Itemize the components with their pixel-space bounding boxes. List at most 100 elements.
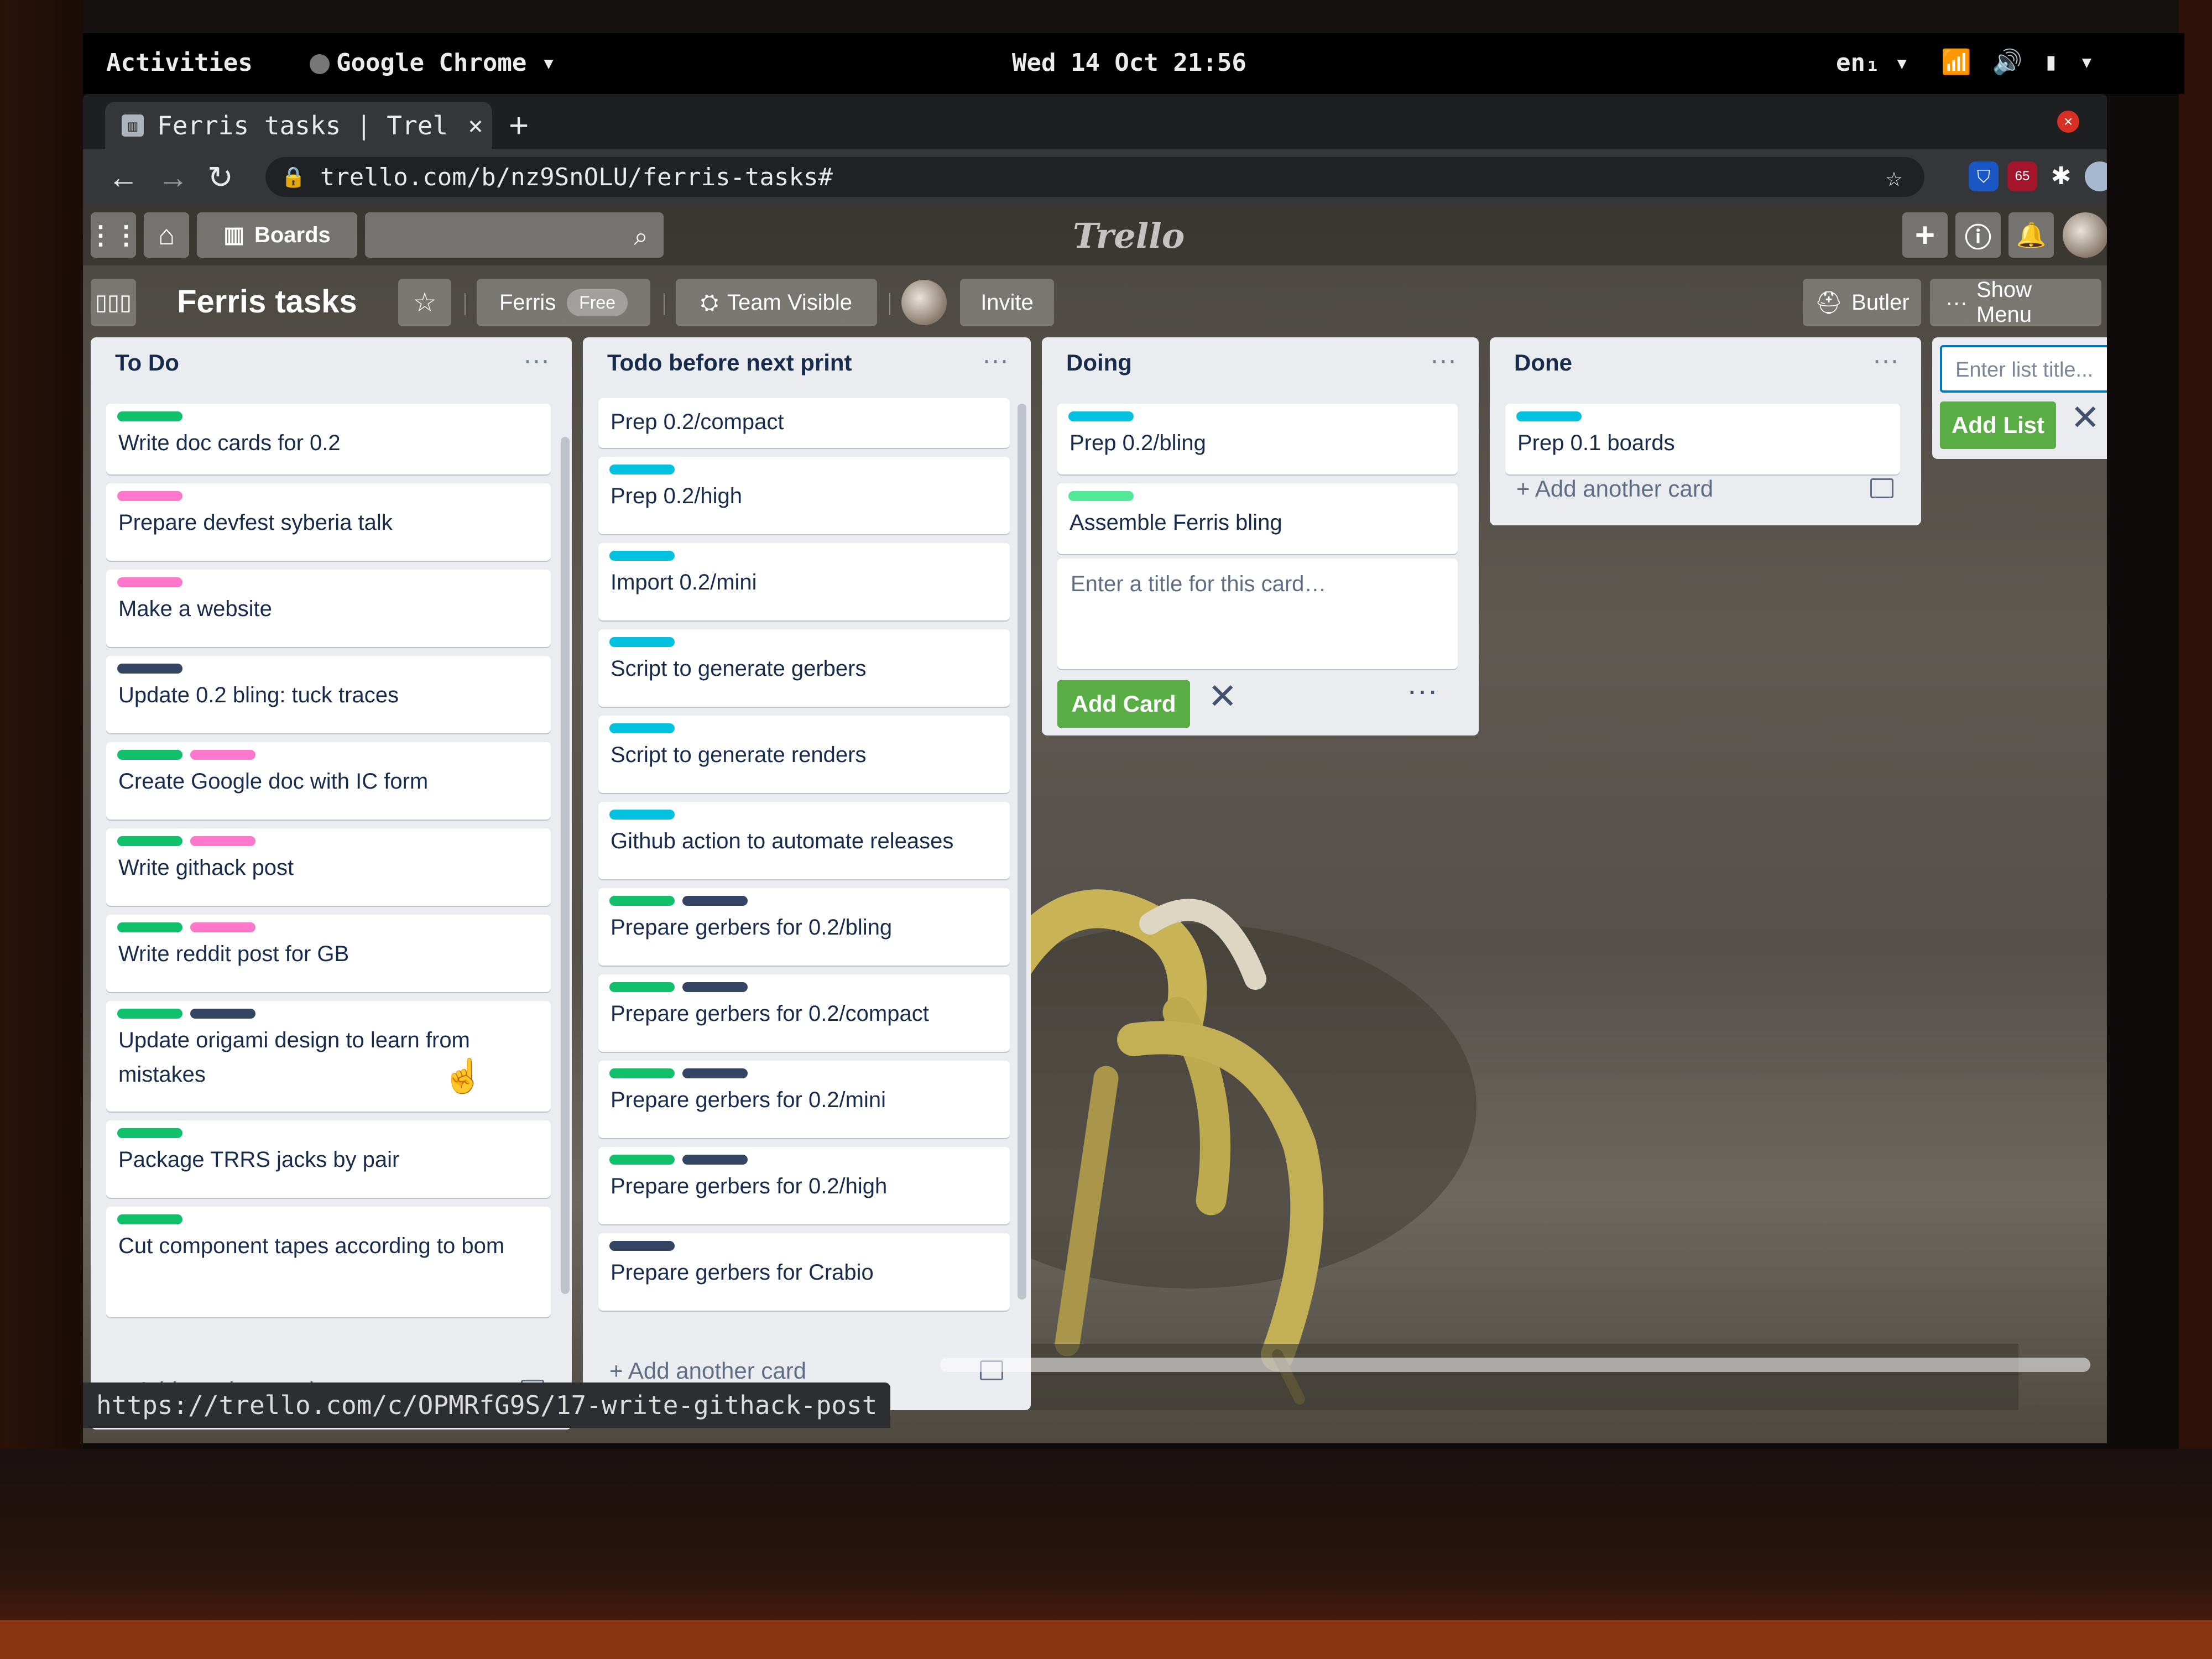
- board-title[interactable]: Ferris tasks: [177, 283, 357, 320]
- card[interactable]: Prepare gerbers for 0.2/compact: [598, 974, 1010, 1052]
- card[interactable]: Github action to automate releases: [598, 802, 1010, 879]
- list-menu-icon[interactable]: ···: [982, 345, 1009, 375]
- label-green2: [117, 922, 182, 932]
- more-options-icon[interactable]: ···: [1407, 672, 1438, 708]
- add-card-submit-button[interactable]: Add Card: [1057, 680, 1190, 728]
- status-bar-url: https://trello.com/c/OPMRfG9S/17-write-g…: [83, 1383, 891, 1428]
- card-labels: [117, 491, 182, 501]
- card[interactable]: Make a website: [106, 570, 551, 647]
- card[interactable]: Prep 0.2/bling: [1057, 404, 1458, 474]
- card[interactable]: Update origami design to learn from mist…: [106, 1001, 551, 1112]
- card-labels: [609, 810, 675, 820]
- new-tab-button[interactable]: +: [509, 106, 529, 145]
- card-labels: [1516, 411, 1582, 421]
- label-sky: [609, 637, 675, 647]
- member-avatar[interactable]: [901, 280, 947, 325]
- label-black: [117, 664, 182, 674]
- back-arrow-icon[interactable]: ←: [108, 159, 139, 195]
- ublock-extension-icon[interactable]: 65: [2007, 161, 2037, 191]
- close-add-list-icon[interactable]: ✕: [2070, 397, 2100, 439]
- add-list-button[interactable]: Add List: [1940, 401, 2056, 449]
- list-scrollbar[interactable]: [561, 437, 570, 1294]
- clock[interactable]: Wed 14 Oct 21:56: [1012, 49, 1246, 77]
- language-indicator[interactable]: en₁ ▾: [1836, 49, 1909, 77]
- card[interactable]: Prep 0.2/compact: [598, 398, 1010, 448]
- card-labels: [609, 465, 675, 474]
- close-tab-icon[interactable]: ×: [459, 111, 492, 140]
- bookmark-star-icon[interactable]: ☆: [1886, 161, 1902, 193]
- card-labels: [117, 750, 255, 760]
- card-title: Update 0.2 bling: tuck traces: [118, 683, 399, 707]
- board-horizontal-scrollbar[interactable]: [940, 1358, 2090, 1372]
- visibility-label: Team Visible: [727, 290, 853, 315]
- card[interactable]: Prepare gerbers for 0.2/high: [598, 1147, 1010, 1224]
- reload-icon[interactable]: ↻: [207, 159, 233, 196]
- address-bar[interactable]: 🔒 trello.com/b/nz9SnOLU/ferris-tasks# ☆: [265, 157, 1924, 197]
- visibility-button[interactable]: ⛭ Team Visible: [676, 279, 877, 326]
- team-button[interactable]: Ferris Free: [477, 279, 650, 326]
- star-board-icon[interactable]: ☆: [398, 279, 451, 326]
- card[interactable]: Write githack post: [106, 828, 551, 906]
- user-avatar[interactable]: [2063, 212, 2107, 258]
- add-card-button[interactable]: + Add another card: [609, 1358, 806, 1384]
- lock-icon: 🔒: [281, 166, 306, 189]
- list-title[interactable]: Done: [1514, 349, 1572, 376]
- system-tray[interactable]: 📶 🔊 ▮ ▾: [1941, 48, 2094, 76]
- list-menu-icon[interactable]: ···: [523, 345, 550, 375]
- card[interactable]: Cut component tapes according to bom: [106, 1207, 551, 1317]
- app-menu[interactable]: Google Chrome ▾: [310, 49, 556, 77]
- card[interactable]: Script to generate renders: [598, 716, 1010, 793]
- card[interactable]: Script to generate gerbers: [598, 629, 1010, 707]
- list-title[interactable]: Todo before next print: [607, 349, 852, 376]
- butler-button[interactable]: ⛑ Butler: [1803, 279, 1921, 326]
- puzzle-extensions-icon[interactable]: ✱: [2046, 161, 2076, 191]
- close-composer-icon[interactable]: ✕: [1208, 676, 1238, 717]
- profile-avatar-icon[interactable]: [2085, 161, 2107, 191]
- apps-grid-icon[interactable]: ⋮⋮: [88, 212, 139, 258]
- activities-button[interactable]: Activities: [106, 49, 253, 77]
- list-title[interactable]: Doing: [1066, 349, 1132, 376]
- card[interactable]: Write reddit post for GB: [106, 915, 551, 992]
- card[interactable]: Package TRRS jacks by pair: [106, 1120, 551, 1198]
- window-close-icon[interactable]: ×: [2057, 111, 2079, 133]
- trello-logo[interactable]: Trello: [1073, 216, 1185, 256]
- bitwarden-extension-icon[interactable]: ⛉: [1969, 161, 1999, 191]
- list-title[interactable]: To Do: [115, 349, 179, 376]
- card[interactable]: Assemble Ferris bling: [1057, 483, 1458, 554]
- extension-badge: 65: [2015, 169, 2030, 184]
- add-card-button[interactable]: + Add another card: [1516, 476, 1713, 502]
- card[interactable]: Prep 0.1 boards: [1505, 404, 1900, 474]
- card-template-icon[interactable]: [1870, 478, 1893, 498]
- list-menu-icon[interactable]: ···: [1430, 345, 1457, 375]
- board-switcher-icon[interactable]: ▯▯▯: [91, 279, 136, 326]
- notifications-bell-icon[interactable]: 🔔: [2008, 212, 2054, 258]
- invite-button[interactable]: Invite: [960, 279, 1054, 326]
- card[interactable]: Prepare gerbers for 0.2/bling: [598, 888, 1010, 966]
- card[interactable]: Prep 0.2/high: [598, 457, 1010, 534]
- card[interactable]: Write doc cards for 0.2: [106, 404, 551, 474]
- add-list-composer: Enter list title... Add List ✕: [1932, 337, 2107, 459]
- card[interactable]: Import 0.2/mini: [598, 543, 1010, 620]
- card[interactable]: Update 0.2 bling: tuck traces: [106, 656, 551, 733]
- label-sky: [609, 810, 675, 820]
- boards-button[interactable]: ▥ Boards: [197, 212, 357, 258]
- card[interactable]: Create Google doc with IC form: [106, 742, 551, 820]
- card[interactable]: Prepare gerbers for Crabio: [598, 1233, 1010, 1311]
- search-input[interactable]: ⌕: [365, 212, 664, 258]
- new-card-title-input[interactable]: Enter a title for this card…: [1057, 559, 1458, 669]
- list-scrollbar[interactable]: [1018, 404, 1026, 1300]
- room-background-left: [0, 0, 83, 1659]
- create-plus-icon[interactable]: +: [1902, 212, 1948, 258]
- list-menu-icon[interactable]: ···: [1872, 345, 1899, 375]
- card[interactable]: Prepare gerbers for 0.2/mini: [598, 1061, 1010, 1138]
- card[interactable]: Prepare devfest syberia talk: [106, 483, 551, 561]
- label-sky: [1516, 411, 1582, 421]
- label-pink: [117, 577, 182, 587]
- tab-ferris-tasks[interactable]: ▥ Ferris tasks | Trel ×: [105, 102, 492, 149]
- card-title: Create Google doc with IC form: [118, 769, 429, 794]
- forward-arrow-icon[interactable]: →: [158, 159, 189, 195]
- list-title-input[interactable]: Enter list title...: [1940, 345, 2107, 393]
- show-menu-button[interactable]: ··· Show Menu: [1930, 278, 2101, 327]
- home-icon[interactable]: ⌂: [144, 212, 189, 258]
- info-icon[interactable]: ⓘ: [1955, 212, 2001, 258]
